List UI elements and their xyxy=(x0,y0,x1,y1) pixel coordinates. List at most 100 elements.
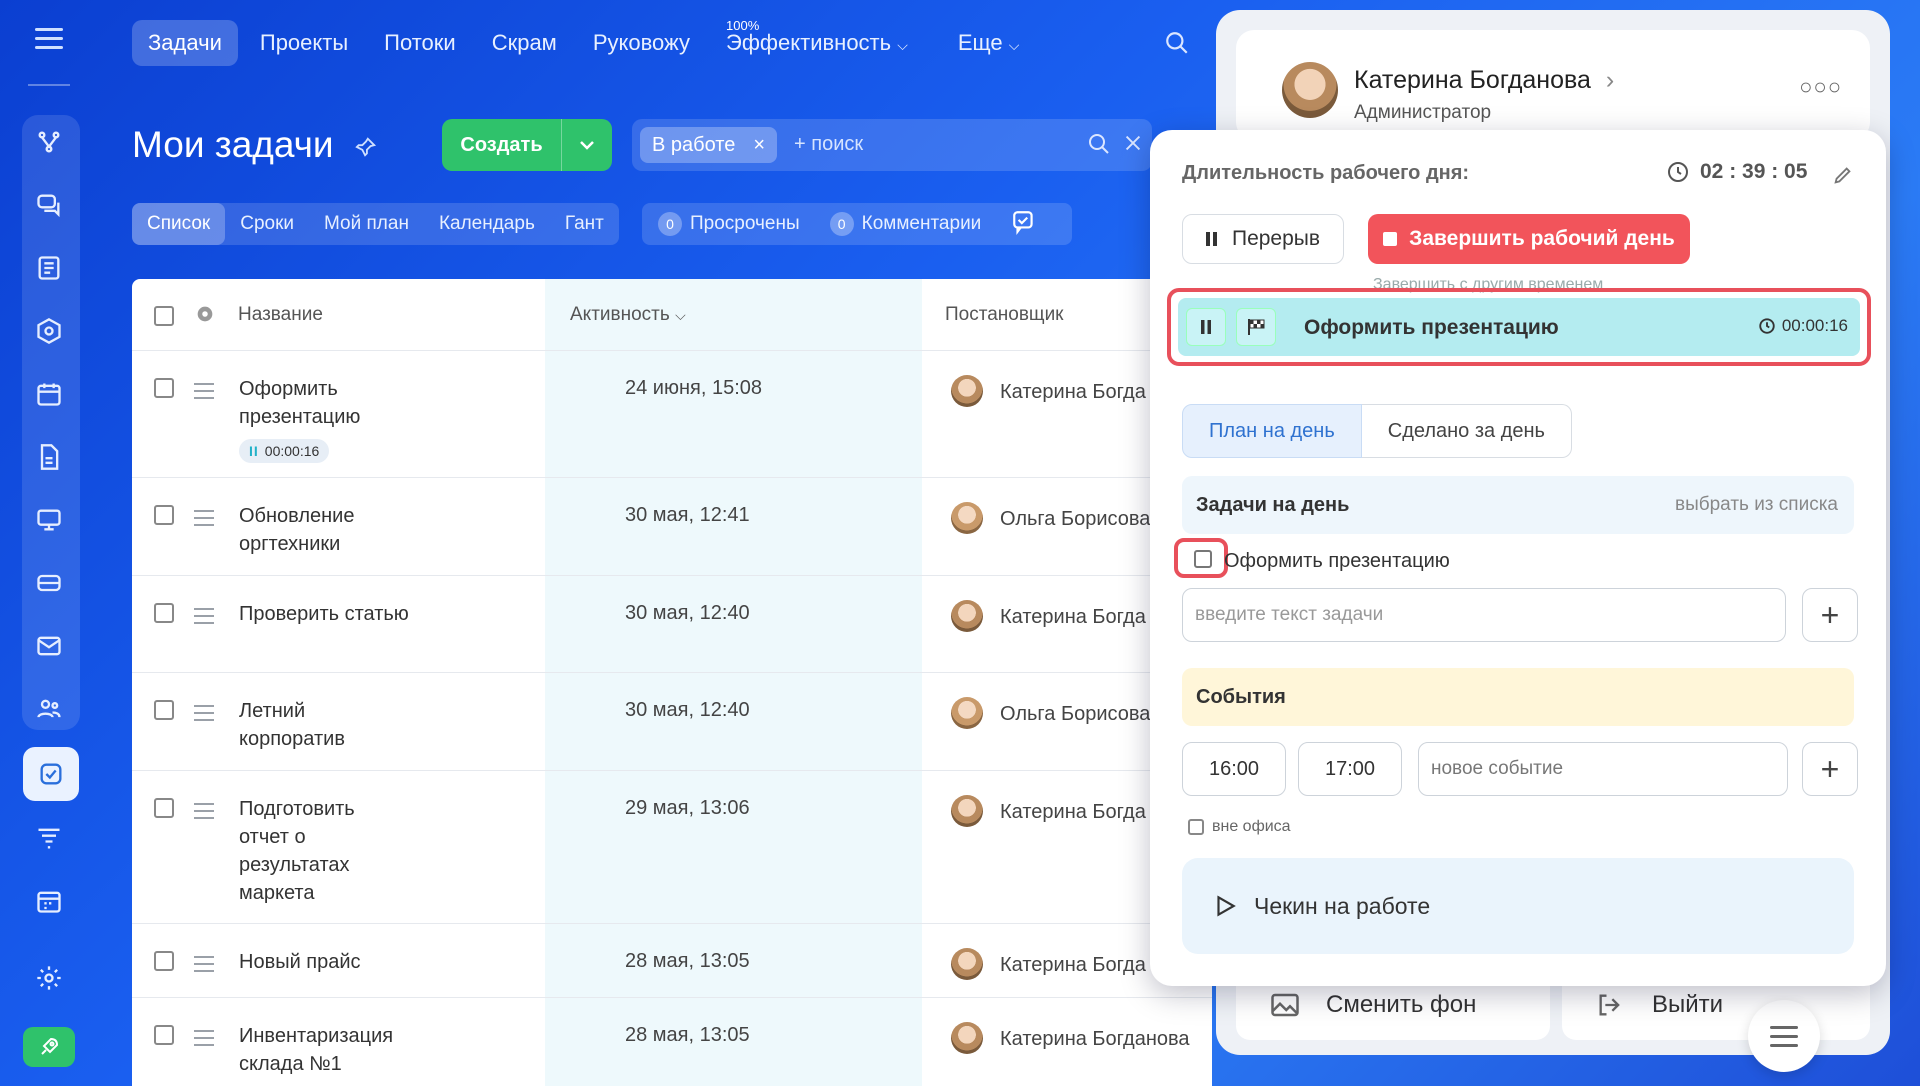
crm-icon[interactable] xyxy=(31,313,67,349)
calendar-icon[interactable] xyxy=(31,376,67,412)
users-icon[interactable] xyxy=(31,691,67,727)
filter-search-bar[interactable]: В работе × + поиск xyxy=(632,119,1152,171)
column-creator[interactable]: Постановщик xyxy=(945,304,1064,326)
row-checkbox[interactable] xyxy=(154,951,174,971)
drag-handle-icon[interactable] xyxy=(194,510,214,531)
connections-icon[interactable] xyxy=(31,124,67,160)
row-checkbox[interactable] xyxy=(154,1025,174,1045)
row-checkbox[interactable] xyxy=(154,798,174,818)
filter-icon[interactable] xyxy=(31,820,67,856)
task-creator[interactable]: Катерина Богда xyxy=(1000,606,1146,629)
search-icon[interactable] xyxy=(1087,132,1111,161)
menu-icon[interactable] xyxy=(35,28,63,50)
profile-name[interactable]: Катерина Богданова › xyxy=(1354,66,1614,95)
task-timer-chip[interactable]: II 00:00:16 xyxy=(239,439,330,463)
close-icon[interactable]: × xyxy=(753,134,765,157)
search-input[interactable]: + поиск xyxy=(794,133,863,156)
view-tab-gantt[interactable]: Гант xyxy=(550,203,619,245)
task-creator[interactable]: Катерина Богда xyxy=(1000,954,1146,977)
feed-icon[interactable] xyxy=(31,250,67,286)
task-name[interactable]: Проверить статью xyxy=(239,600,409,628)
table-row[interactable]: Летний корпоратив 30 мая, 12:40 Ольга Бо… xyxy=(132,673,1212,771)
tab-tasks[interactable]: Задачи xyxy=(132,20,238,66)
counter-overdue[interactable]: 0 Просрочены xyxy=(658,212,800,236)
rocket-icon[interactable] xyxy=(23,1027,75,1067)
task-name[interactable]: Обновление оргтехники xyxy=(239,502,409,558)
column-activity[interactable]: Активность ⌵ xyxy=(570,304,686,326)
tab-flows[interactable]: Потоки xyxy=(384,30,456,56)
drag-handle-icon[interactable] xyxy=(194,383,214,404)
row-checkbox[interactable] xyxy=(154,603,174,623)
select-all-checkbox[interactable] xyxy=(154,306,174,326)
tasks-icon[interactable] xyxy=(23,747,79,801)
close-icon[interactable] xyxy=(1122,132,1144,159)
profile-card[interactable]: Катерина Богданова › Администратор ○○○ xyxy=(1236,30,1870,140)
view-tab-deadlines[interactable]: Сроки xyxy=(225,203,309,245)
create-button[interactable]: Создать xyxy=(442,119,612,171)
read-all-icon[interactable] xyxy=(1011,209,1037,240)
add-event-button[interactable]: + xyxy=(1802,742,1858,796)
presentation-icon[interactable] xyxy=(31,502,67,538)
drag-handle-icon[interactable] xyxy=(194,1030,214,1051)
table-row[interactable]: Новый прайс 28 мая, 13:05 Катерина Богда xyxy=(132,924,1212,998)
drag-handle-icon[interactable] xyxy=(194,705,214,726)
tab-scrum[interactable]: Скрам xyxy=(492,30,557,56)
tab-done-for-day[interactable]: Сделано за день xyxy=(1361,404,1572,458)
task-name[interactable]: Подготовить отчет о результатах маркета xyxy=(239,795,379,907)
view-tab-calendar[interactable]: Календарь xyxy=(424,203,550,245)
counter-comments[interactable]: 0 Комментарии xyxy=(829,212,981,236)
choose-from-list-link[interactable]: выбрать из списка xyxy=(1675,494,1838,516)
end-workday-button[interactable]: Завершить рабочий день xyxy=(1368,214,1690,264)
pin-icon[interactable] xyxy=(355,136,377,163)
tab-projects[interactable]: Проекты xyxy=(260,30,348,56)
task-creator[interactable]: Ольга Борисова xyxy=(1000,703,1150,726)
drag-handle-icon[interactable] xyxy=(194,956,214,977)
more-icon[interactable]: ○○○ xyxy=(1799,74,1842,100)
row-checkbox[interactable] xyxy=(154,378,174,398)
new-event-input[interactable]: новое событие xyxy=(1418,742,1788,796)
row-checkbox[interactable] xyxy=(154,700,174,720)
table-row[interactable]: Инвентаризация склада №1 28 мая, 13:05 К… xyxy=(132,998,1212,1086)
task-name[interactable]: Оформить презентацию xyxy=(239,375,409,431)
fab-menu-button[interactable] xyxy=(1748,1000,1820,1072)
task-name[interactable]: Инвентаризация склада №1 xyxy=(239,1022,409,1078)
tab-more[interactable]: Еще ⌵ xyxy=(958,30,1020,56)
avatar[interactable] xyxy=(951,1022,983,1054)
checkin-button[interactable]: Чекин на работе xyxy=(1182,858,1854,954)
task-creator[interactable]: Катерина Богданова xyxy=(1000,1028,1190,1051)
pause-button[interactable]: Перерыв xyxy=(1182,214,1344,264)
avatar[interactable] xyxy=(1282,62,1338,118)
avatar[interactable] xyxy=(951,948,983,980)
column-name[interactable]: Название xyxy=(238,304,323,326)
document-icon[interactable] xyxy=(31,439,67,475)
avatar[interactable] xyxy=(951,795,983,827)
chat-icon[interactable] xyxy=(31,187,67,223)
out-of-office-toggle[interactable]: вне офиса xyxy=(1188,818,1291,836)
drag-handle-icon[interactable] xyxy=(194,608,214,629)
row-checkbox[interactable] xyxy=(154,505,174,525)
avatar[interactable] xyxy=(951,697,983,729)
storage-icon[interactable] xyxy=(31,565,67,601)
task-name[interactable]: Новый прайс xyxy=(239,948,439,976)
filter-chip[interactable]: В работе × xyxy=(640,127,778,163)
add-task-button[interactable]: + xyxy=(1802,588,1858,642)
avatar[interactable] xyxy=(951,502,983,534)
event-end-time[interactable]: 17:00 xyxy=(1298,742,1402,796)
table-row[interactable]: Оформить презентацию II 00:00:16 24 июня… xyxy=(132,351,1212,478)
task-creator[interactable]: Катерина Богда xyxy=(1000,801,1146,824)
avatar[interactable] xyxy=(951,375,983,407)
gear-icon[interactable] xyxy=(194,303,216,330)
table-row[interactable]: Проверить статью 30 мая, 12:40 Катерина … xyxy=(132,576,1212,673)
tab-managing[interactable]: Руковожу xyxy=(593,30,690,56)
view-tab-my-plan[interactable]: Мой план xyxy=(309,203,424,245)
mail-icon[interactable] xyxy=(31,628,67,664)
view-tab-list[interactable]: Список xyxy=(132,203,226,245)
out-of-office-checkbox[interactable] xyxy=(1188,819,1204,835)
table-row[interactable]: Обновление оргтехники 30 мая, 12:41 Ольг… xyxy=(132,478,1212,576)
avatar[interactable] xyxy=(951,600,983,632)
tab-efficiency[interactable]: 100% Эффективность ⌵ xyxy=(726,18,908,56)
chevron-down-icon[interactable] xyxy=(562,119,612,171)
edit-icon[interactable] xyxy=(1832,164,1854,191)
tab-plan-for-day[interactable]: План на день xyxy=(1182,404,1362,458)
task-name[interactable]: Летний корпоратив xyxy=(239,697,409,753)
